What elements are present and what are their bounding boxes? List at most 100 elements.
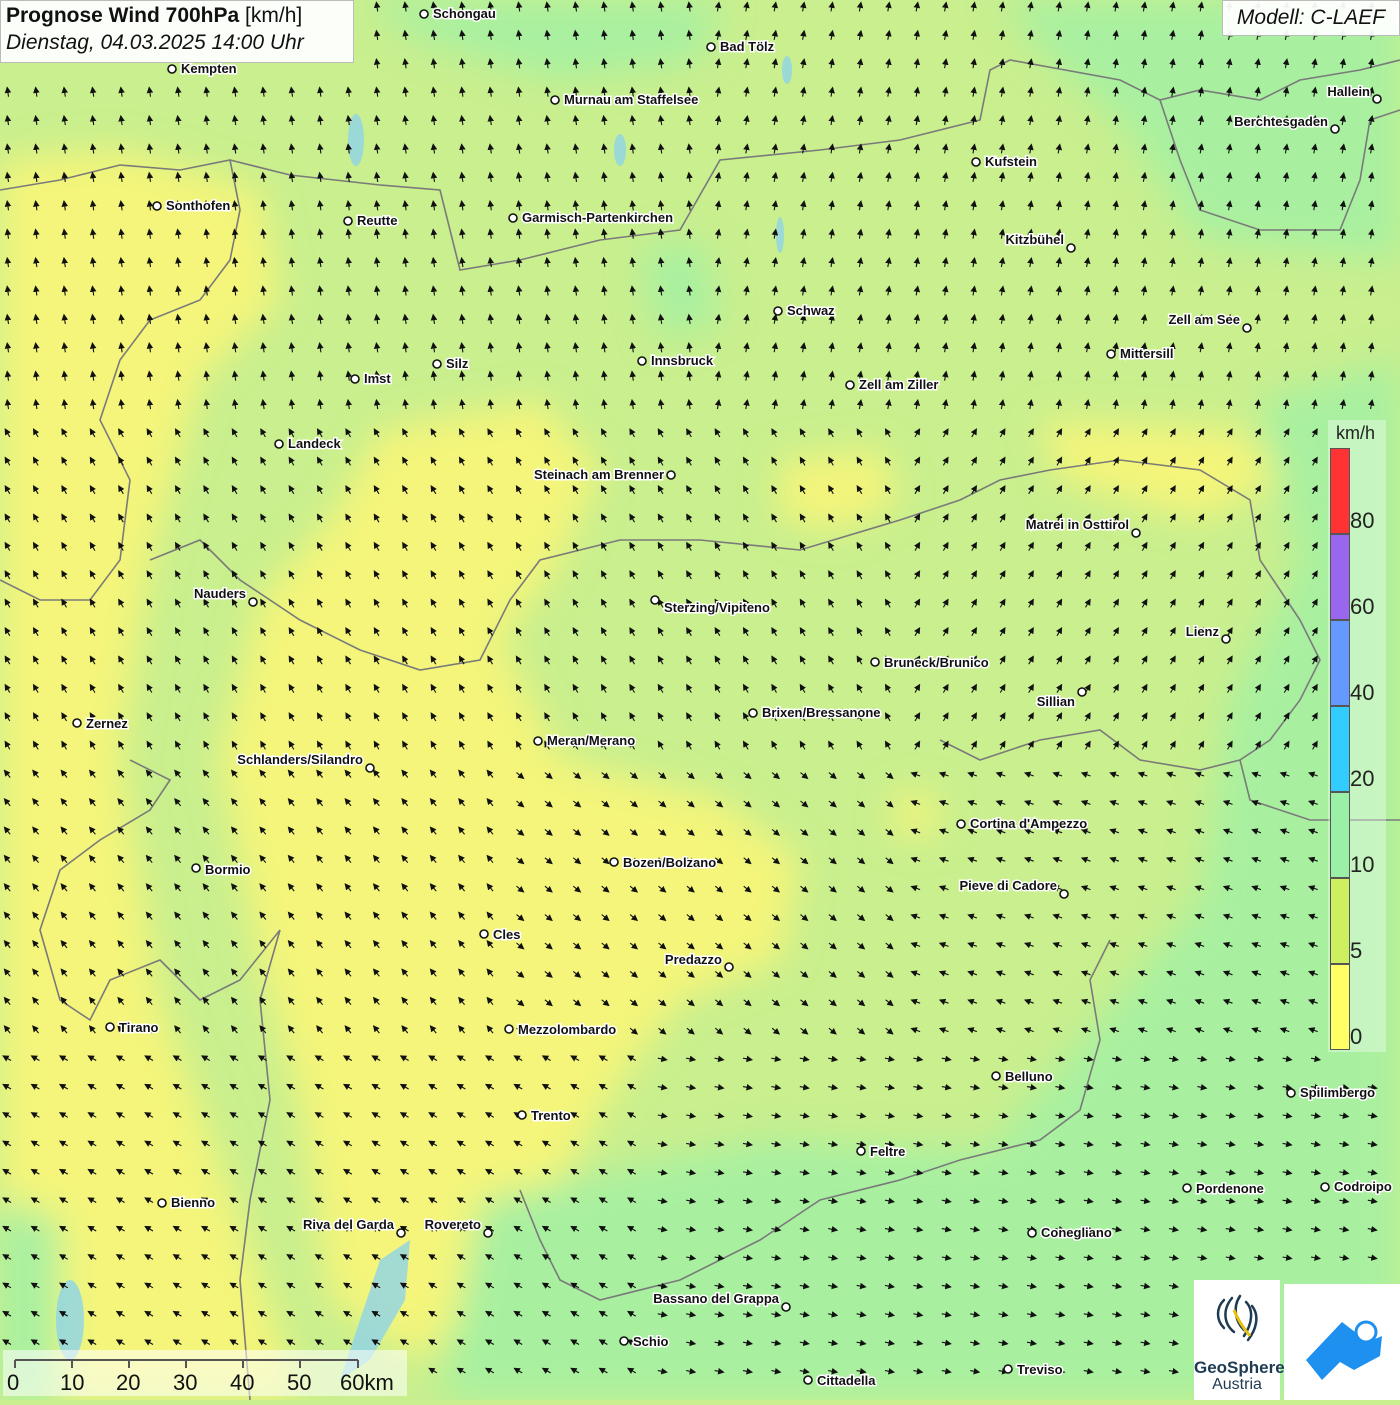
city-dot-pieve-di-cadore (1059, 889, 1069, 899)
city-label-feltre: Feltre (870, 1144, 905, 1159)
city-dot-kempten (167, 64, 177, 74)
city-dot-tirano (105, 1022, 115, 1032)
city-label-cittadella: Cittadella (817, 1373, 876, 1388)
model-label: Modell: C-LAEF (1222, 0, 1400, 36)
city-label-murnau-am-staffelsee: Murnau am Staffelsee (564, 92, 698, 107)
city-label-conegliano: Conegliano (1041, 1225, 1112, 1240)
city-dot-cittadella (803, 1375, 813, 1385)
city-dot-meran-merano (533, 736, 543, 746)
city-dot-imst (350, 374, 360, 384)
legend-tick-5: 5 (1350, 938, 1363, 963)
legend-tick-20: 20 (1350, 766, 1375, 791)
city-label-cortina-d-ampezzo: Cortina d'Ampezzo (970, 816, 1087, 831)
city-label-garmisch-partenkirchen: Garmisch-Partenkirchen (522, 210, 673, 225)
city-dot-sillian (1077, 687, 1087, 697)
city-dot-feltre (856, 1146, 866, 1156)
city-label-lienz: Lienz (1186, 624, 1220, 639)
city-label-predazzo: Predazzo (665, 952, 722, 967)
city-label-matrei-in-osttirol: Matrei in Osttirol (1026, 517, 1129, 532)
scale-label-30: 30 (173, 1370, 198, 1395)
city-label-imst: Imst (364, 371, 391, 386)
city-label-bruneck-brunico: Bruneck/Brunico (884, 655, 989, 670)
city-label-kempten: Kempten (181, 61, 237, 76)
city-label-spilimbergo: Spilimbergo (1300, 1085, 1375, 1100)
city-dot-codroipo (1320, 1182, 1330, 1192)
map-title: Prognose Wind 700hPa [km/h] (6, 4, 303, 27)
city-dot-reutte (343, 216, 353, 226)
city-label-bassano-del-grappa: Bassano del Grappa (653, 1291, 779, 1306)
legend-tick-10: 10 (1350, 852, 1375, 877)
legend-tick-0: 0 (1350, 1024, 1363, 1049)
city-dot-hallein (1372, 94, 1382, 104)
city-label-hallein: Hallein (1327, 84, 1370, 99)
city-label-schwaz: Schwaz (787, 303, 835, 318)
scale-bar: 0 10 20 30 40 50 60km (3, 1350, 407, 1396)
map-datetime: Dienstag, 04.03.2025 14:00 Uhr (6, 31, 304, 54)
city-label-bozen-bolzano: Bozen/Bolzano (623, 855, 716, 870)
scale-label-10: 10 (60, 1370, 85, 1395)
city-label-riva-del-garda: Riva del Garda (303, 1217, 395, 1232)
city-label-codroipo: Codroipo (1334, 1179, 1392, 1194)
scale-label-0: 0 (7, 1370, 20, 1395)
city-dot-predazzo (724, 962, 734, 972)
city-dot-garmisch-partenkirchen (508, 213, 518, 223)
city-dot-conegliano (1027, 1228, 1037, 1238)
city-dot-kitzb-hel (1066, 243, 1076, 253)
geosphere-country: Austria (1212, 1376, 1262, 1393)
city-dot-silz (432, 359, 442, 369)
city-dot-berchtesgaden (1330, 124, 1340, 134)
scale-label-50: 50 (287, 1370, 312, 1395)
city-dot-riva-del-garda (396, 1228, 406, 1238)
city-label-rovereto: Rovereto (425, 1217, 481, 1232)
geosphere-name: GeoSphere (1194, 1358, 1285, 1377)
city-dot-bienno (157, 1198, 167, 1208)
legend-bin-2 (1330, 620, 1350, 706)
city-label-mittersill: Mittersill (1120, 346, 1173, 361)
legend-tick-40: 40 (1350, 680, 1375, 705)
geosphere-logo[interactable]: GeoSphere Austria (1194, 1280, 1285, 1400)
city-label-brixen-bressanone: Brixen/Bressanone (762, 705, 881, 720)
legend-bin-0 (1330, 448, 1350, 534)
legend-bin-1 (1330, 534, 1350, 620)
city-dot-belluno (991, 1071, 1001, 1081)
city-label-cles: Cles (493, 927, 520, 942)
city-label-treviso: Treviso (1017, 1362, 1063, 1377)
city-label-steinach-am-brenner: Steinach am Brenner (534, 467, 664, 482)
legend-tick-80: 80 (1350, 508, 1375, 533)
city-label-berchtesgaden: Berchtesgaden (1234, 114, 1328, 129)
city-dot-kufstein (971, 157, 981, 167)
city-dot-rovereto (483, 1228, 493, 1238)
weather-app-logo[interactable] (1284, 1284, 1400, 1400)
city-label-zernez: Zernez (86, 716, 128, 731)
city-label-schlanders-silandro: Schlanders/Silandro (237, 752, 363, 767)
legend-bin-4 (1330, 792, 1350, 878)
city-label-innsbruck: Innsbruck (651, 353, 714, 368)
legend-tick-60: 60 (1350, 594, 1375, 619)
city-label-nauders: Nauders (194, 586, 246, 601)
city-dot-trento (517, 1110, 527, 1120)
city-label-kitzb-hel: Kitzbühel (1006, 232, 1065, 247)
city-label-bad-t-lz: Bad Tölz (720, 39, 775, 54)
city-label-mezzolombardo: Mezzolombardo (518, 1022, 616, 1037)
city-label-bormio: Bormio (205, 862, 251, 877)
city-dot-landeck (274, 439, 284, 449)
city-dot-cles (479, 929, 489, 939)
city-label-belluno: Belluno (1005, 1069, 1053, 1084)
wind-map[interactable]: Schongau Bad Tölz Kempten Murnau am Staffel… (0, 0, 1400, 1400)
city-dot-bruneck-brunico (870, 657, 880, 667)
city-dot-sterzing-vipiteno (650, 595, 660, 605)
city-dot-zell-am-see (1242, 323, 1252, 333)
city-dot-cortina-d-ampezzo (956, 819, 966, 829)
city-label-bienno: Bienno (171, 1195, 215, 1210)
city-dot-murnau-am-staffelsee (550, 95, 560, 105)
city-label-sterzing-vipiteno: Sterzing/Vipiteno (664, 600, 770, 615)
city-label-silz: Silz (446, 356, 469, 371)
map-title-box: Prognose Wind 700hPa [km/h] Dienstag, 04… (0, 0, 354, 63)
legend-bin-5 (1330, 878, 1350, 964)
legend-bin-6 (1330, 964, 1350, 1050)
city-dot-zernez (72, 718, 82, 728)
city-dot-schio (619, 1336, 629, 1346)
title-unit: [km/h] (245, 4, 303, 27)
city-dot-bozen-bolzano (609, 857, 619, 867)
city-dot-innsbruck (637, 356, 647, 366)
